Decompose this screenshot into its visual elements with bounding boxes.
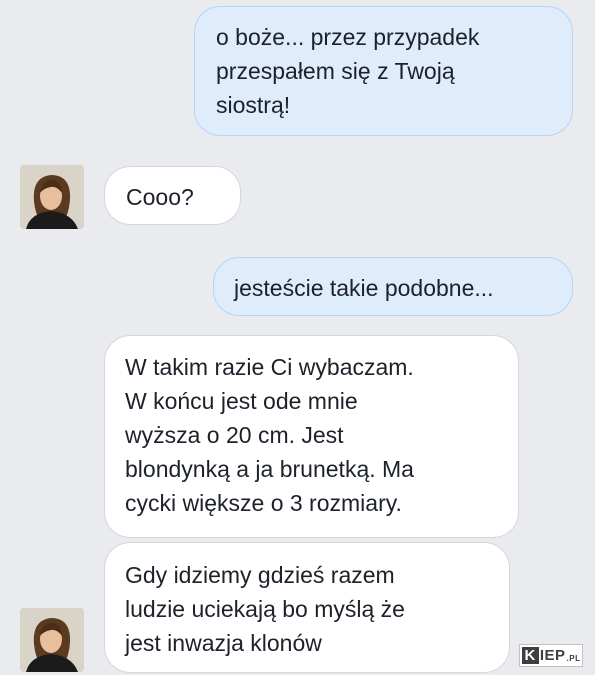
received-message-bubble[interactable]: Gdy idziemy gdzieś razem ludzie uciekają…	[104, 542, 510, 673]
watermark-first-letter: K	[521, 647, 539, 664]
received-message-bubble[interactable]: Cooo?	[104, 166, 241, 225]
received-message-bubble[interactable]: W takim razie Ci wybaczam. W końcu jest …	[104, 335, 519, 538]
kiep-watermark-logo: K IEP .PL	[519, 644, 583, 667]
avatar-photo-icon	[20, 165, 84, 229]
contact-avatar[interactable]	[20, 165, 84, 229]
sent-message-bubble[interactable]: jesteście takie podobne...	[213, 257, 573, 316]
contact-avatar[interactable]	[20, 608, 84, 672]
sent-message-bubble[interactable]: o boże... przez przypadek przespałem się…	[194, 6, 573, 136]
watermark-rest: IEP	[539, 647, 566, 664]
avatar-photo-icon	[20, 608, 84, 672]
watermark-tld: .PL	[566, 654, 581, 663]
